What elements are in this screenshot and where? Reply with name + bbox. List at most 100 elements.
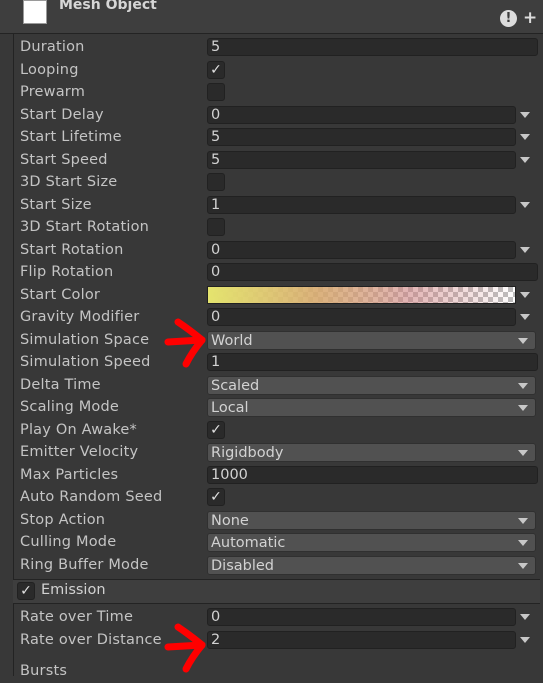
auto-random-seed-checkbox[interactable]: ✓ bbox=[207, 488, 225, 506]
bursts-label: Bursts bbox=[20, 663, 68, 679]
emitter-velocity-value: Rigidbody bbox=[211, 445, 284, 461]
emission-checkbox[interactable]: ✓ bbox=[17, 582, 35, 600]
chevron-down-icon bbox=[518, 518, 528, 524]
3d-start-rotation-checkbox[interactable] bbox=[207, 218, 225, 236]
stop-action-value: None bbox=[211, 513, 249, 529]
chevron-down-icon bbox=[518, 540, 528, 546]
delta-time-dropdown[interactable]: Scaled bbox=[207, 376, 536, 395]
start-lifetime-field[interactable]: 5 bbox=[207, 128, 516, 146]
start-rotation-field[interactable]: 0 bbox=[207, 241, 516, 259]
prewarm-checkbox[interactable] bbox=[207, 83, 225, 101]
gravity-modifier-mode-arrow-icon[interactable] bbox=[520, 314, 530, 320]
start-lifetime-mode-arrow-icon[interactable] bbox=[520, 134, 530, 140]
start-delay-mode-arrow-icon[interactable] bbox=[520, 112, 530, 118]
looping-label: Looping bbox=[20, 62, 79, 78]
stop-action-dropdown[interactable]: None bbox=[207, 511, 536, 530]
scaling-mode-dropdown[interactable]: Local bbox=[207, 398, 536, 417]
duration-label: Duration bbox=[20, 39, 85, 55]
row-simulation-speed: Simulation Speed 1 bbox=[20, 352, 540, 374]
simulation-space-dropdown[interactable]: World bbox=[207, 331, 536, 350]
culling-mode-dropdown[interactable]: Automatic bbox=[207, 533, 536, 552]
row-scaling-mode: Scaling Mode Local bbox=[20, 397, 540, 419]
row-looping: Looping ✓ bbox=[20, 60, 540, 82]
start-rotation-mode-arrow-icon[interactable] bbox=[520, 247, 530, 253]
simulation-speed-field[interactable]: 1 bbox=[207, 353, 538, 371]
flip-rotation-field[interactable]: 0 bbox=[207, 263, 538, 281]
row-gravity-modifier: Gravity Modifier 0 bbox=[20, 307, 540, 329]
3d-start-size-checkbox[interactable] bbox=[207, 173, 225, 191]
simulation-space-value: World bbox=[211, 333, 253, 349]
mesh-object-swatch bbox=[23, 0, 47, 24]
chevron-down-icon bbox=[518, 383, 528, 389]
gravity-modifier-label: Gravity Modifier bbox=[20, 309, 140, 325]
row-bursts: Bursts bbox=[20, 661, 540, 683]
row-duration: Duration 5 bbox=[20, 37, 540, 59]
play-on-awake-label: Play On Awake* bbox=[20, 422, 137, 438]
warning-icon[interactable]: ! bbox=[500, 10, 517, 27]
start-speed-label: Start Speed bbox=[20, 152, 108, 168]
stop-action-label: Stop Action bbox=[20, 512, 106, 528]
row-emitter-velocity: Emitter Velocity Rigidbody bbox=[20, 442, 540, 464]
start-speed-field[interactable]: 5 bbox=[207, 151, 516, 169]
red-arrow-annotation-icon bbox=[164, 318, 206, 368]
delta-time-value: Scaled bbox=[211, 378, 260, 394]
simulation-space-label: Simulation Space bbox=[20, 332, 150, 348]
start-speed-mode-arrow-icon[interactable] bbox=[520, 157, 530, 163]
culling-mode-label: Culling Mode bbox=[20, 534, 117, 550]
emission-label: Emission bbox=[41, 582, 106, 598]
rate-over-distance-field[interactable]: 2 bbox=[207, 631, 516, 649]
row-stop-action: Stop Action None bbox=[20, 510, 540, 532]
looping-checkbox[interactable]: ✓ bbox=[207, 61, 225, 79]
ring-buffer-mode-value: Disabled bbox=[211, 558, 274, 574]
row-play-on-awake: Play On Awake* ✓ bbox=[20, 420, 540, 442]
start-delay-field[interactable]: 0 bbox=[207, 106, 516, 124]
rate-over-time-mode-arrow-icon[interactable] bbox=[520, 614, 530, 620]
row-culling-mode: Culling Mode Automatic bbox=[20, 532, 540, 554]
row-simulation-space: Simulation Space World bbox=[20, 330, 540, 352]
rate-over-time-field[interactable]: 0 bbox=[207, 608, 516, 626]
start-color-mode-arrow-icon[interactable] bbox=[520, 292, 530, 298]
duration-field[interactable]: 5 bbox=[207, 38, 538, 56]
chevron-down-icon bbox=[518, 563, 528, 569]
start-size-field[interactable]: 1 bbox=[207, 196, 516, 214]
start-lifetime-label: Start Lifetime bbox=[20, 129, 122, 145]
culling-mode-value: Automatic bbox=[211, 535, 286, 551]
start-size-label: Start Size bbox=[20, 197, 92, 213]
row-3d-start-size: 3D Start Size bbox=[20, 172, 540, 194]
chevron-down-icon bbox=[518, 450, 528, 456]
rate-over-time-label: Rate over Time bbox=[20, 609, 134, 625]
emitter-velocity-label: Emitter Velocity bbox=[20, 444, 139, 460]
3d-start-size-label: 3D Start Size bbox=[20, 174, 118, 190]
row-start-size: Start Size 1 bbox=[20, 195, 540, 217]
scaling-mode-label: Scaling Mode bbox=[20, 399, 120, 415]
ring-buffer-mode-dropdown[interactable]: Disabled bbox=[207, 556, 536, 575]
play-on-awake-checkbox[interactable]: ✓ bbox=[207, 421, 225, 439]
row-auto-random-seed: Auto Random Seed ✓ bbox=[20, 487, 540, 509]
row-start-delay: Start Delay 0 bbox=[20, 105, 540, 127]
component-title: Mesh Object bbox=[59, 0, 157, 13]
emission-module-header[interactable]: ✓ Emission bbox=[13, 579, 540, 604]
flip-rotation-label: Flip Rotation bbox=[20, 264, 114, 280]
start-color-label: Start Color bbox=[20, 287, 101, 303]
start-delay-label: Start Delay bbox=[20, 107, 104, 123]
red-arrow-annotation-icon bbox=[164, 623, 206, 673]
rate-over-distance-label: Rate over Distance bbox=[20, 632, 162, 648]
auto-random-seed-label: Auto Random Seed bbox=[20, 489, 163, 505]
start-size-mode-arrow-icon[interactable] bbox=[520, 202, 530, 208]
row-rate-over-distance: Rate over Distance 2 bbox=[20, 630, 540, 652]
chevron-down-icon bbox=[518, 338, 528, 344]
row-flip-rotation: Flip Rotation 0 bbox=[20, 262, 540, 284]
row-rate-over-time: Rate over Time 0 bbox=[20, 607, 540, 629]
max-particles-label: Max Particles bbox=[20, 467, 119, 483]
max-particles-field[interactable]: 1000 bbox=[207, 466, 538, 484]
start-color-gradient[interactable] bbox=[207, 286, 516, 304]
ring-buffer-mode-label: Ring Buffer Mode bbox=[20, 557, 149, 573]
row-ring-buffer-mode: Ring Buffer Mode Disabled bbox=[20, 555, 540, 577]
gravity-modifier-field[interactable]: 0 bbox=[207, 308, 516, 326]
row-delta-time: Delta Time Scaled bbox=[20, 375, 540, 397]
emitter-velocity-dropdown[interactable]: Rigidbody bbox=[207, 443, 536, 462]
add-icon[interactable]: + bbox=[523, 8, 537, 28]
rate-over-distance-mode-arrow-icon[interactable] bbox=[520, 637, 530, 643]
row-start-speed: Start Speed 5 bbox=[20, 150, 540, 172]
row-prewarm: Prewarm bbox=[20, 82, 540, 104]
